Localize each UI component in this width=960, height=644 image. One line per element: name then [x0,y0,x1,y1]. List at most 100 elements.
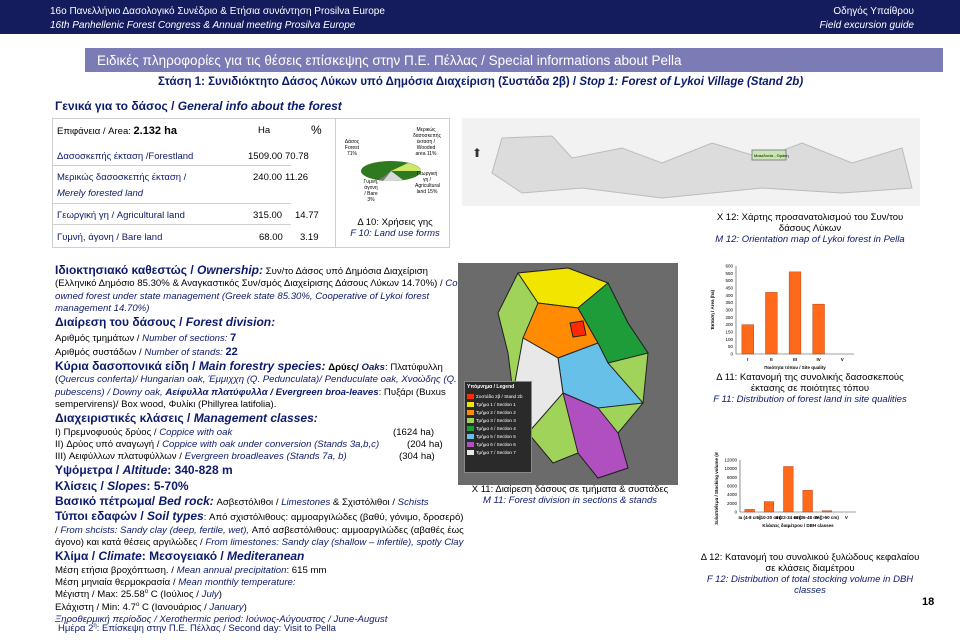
y-tick-label: 0 [730,352,733,357]
row-forestland-pct: 70.78 [285,151,309,162]
bar [765,292,778,355]
area-table: Επιφάνεια / Area: 2.132 ha Ha % Δασοσκεπ… [52,118,450,248]
land-use-caption: Δ 10: Χρήσεις γης F 10: Land use forms [350,217,440,239]
temp-min: Ελάχιστη / Min: 4.7o C (Ιανουάριος / Jan… [55,601,247,613]
y-tick-label: 4000 [727,492,738,497]
map-legend: Υπόμνημα / Legend Συστάδα 2β / Stand 2b … [464,381,532,473]
pie-label-agri: Γεωργική γη / Agricultural land 15% [415,171,441,195]
forest-division-caption: Χ 11: Διαίρεση δάσους σε τμήματα & συστά… [471,484,669,506]
row-agri-label: Γεωργική γη / Agricultural land [57,210,185,221]
y-tick-label: 400 [725,293,733,298]
y-tick-label: 500 [725,278,733,283]
row-forestland-label: Δασοσκεπής έκταση /Forestland [57,151,194,162]
area-label: Επιφάνεια / Area: 2.132 ha [57,125,177,137]
row-bare-pct: 3.19 [300,232,319,243]
row-merely-label-en: Merely forested land [57,188,144,199]
pie-label-bare: Γυμνή, άγονη / Bare 3% [363,179,379,203]
y-tick-label: 100 [725,337,733,342]
place-label: Μακεδονία - Θράκη [754,153,789,158]
row-merely-label: Μερικώς δασοσκεπής έκταση / [57,172,187,183]
legend-item: Τμήμα 2 / Section 2 [465,408,531,416]
bedrock: Βασικό πέτρωμα/ Bed rock: Ασβεστόλιθοι /… [55,494,429,509]
stands-count: Αριθμός συστάδων / Number of stands: 22 [55,345,238,358]
row-agri-ha: 315.00 [253,210,283,221]
header-guide-english: Field excursion guide [819,20,915,31]
precipitation: Μέση ετήσια βροχόπτωση. / Mean annual pr… [55,564,327,576]
x-tick-label: II [770,357,773,362]
site-quality-chart: 050100150200250300350400450500550600I II I… [710,264,854,370]
sections-count: Αριθμός τμημάτων / Number of sections: 7 [55,331,237,344]
bar [802,490,813,513]
pie-label-forest: Δάσος Forest 71% [344,139,360,157]
row-agri-pct: 14.77 [295,210,319,221]
legend-item: Τμήμα 7 / Section 7 [465,448,531,456]
bar [821,510,833,513]
legend-item: Συστάδα 2β / Stand 2b [465,392,531,400]
mgmt-class-2: II) Δρύος υπό αναγωγή / Coppice with oak… [55,438,443,450]
chart12-caption: Δ 12: Κατανομή του συνολικού ξυλώδους κε… [700,552,920,596]
stop-title: Στάση 1: Συνιδιόκτητο Δάσος Λύκων υπό Δη… [158,76,803,88]
stocking-volume-chart: 020004000600080001000012000Ia (4-8 cm)I … [714,452,856,529]
orientation-map: Μακεδονία - Θράκη ⬆ [462,118,920,206]
general-info-heading: Γενικά για το δάσος / General info about… [55,99,342,113]
slopes: Κλίσεις / Slopes: 5-70% [55,478,189,493]
temp-max: Μέγιστη / Max: 25.58o C (Ιούλιος / July) [55,589,222,601]
x-axis-label: Κλάσεις διαμέτρου / DBH classes [762,523,834,529]
y-tick-label: 300 [725,308,733,313]
legend-item: Τμήμα 5 / Section 5 [465,432,531,440]
y-axis-label: Ξυλαπόθεμα / Stocking volume (m3) [714,452,719,525]
north-arrow-icon: ⬆ [472,146,483,160]
legend-item: Τμήμα 6 / Section 6 [465,440,531,448]
general-greek: Γενικά για το δάσος / [55,99,178,113]
bar [744,509,755,513]
y-tick-label: 10000 [724,466,737,471]
bar [741,324,754,355]
y-tick-label: 0 [734,510,737,515]
y-tick-label: 12000 [724,458,737,463]
species-block: Κύρια δασοπονικά είδη / Main forestry sp… [55,359,457,410]
mgmt-class-1: I) Πρεμνοφυούς δρύος / Coppice with oak(… [55,426,435,438]
row-forestland-ha: 1509.00 [248,151,283,162]
bar [783,466,794,513]
section-banner: Ειδικές πληροφορίες για τις θέσεις επίσκ… [85,48,943,72]
col-ha: Ha [258,125,271,136]
division-heading: Διαίρεση του δάσους / Forest division: [55,315,276,330]
stop-title-english: Stop 1: Forest of Lykoi Village (Stand 2… [579,76,804,88]
y-tick-label: 250 [725,315,733,320]
footer: Ημέρα 2η: Επίσκεψη στην Π.Ε. Πέλλας / Se… [58,623,336,635]
header-line-greek: 16ο Πανελλήνιο Δασολογικό Συνέδριο & Ετή… [50,6,385,17]
col-pct: % [311,123,322,137]
forest-division-map: Υπόμνημα / Legend Συστάδα 2β / Stand 2b … [458,263,678,485]
x-tick-label: V [841,357,844,362]
soil-types: Τύποι εδαφών / Soil types: Από σχιστόλιθ… [55,509,464,549]
climate: Κλίμα / Climate: Μεσογειακό / Mediterane… [55,549,305,564]
stop-title-greek: Στάση 1: Συνιδιόκτητο Δάσος Λύκων υπό Δη… [158,76,580,88]
forest-description: Ιδιοκτησιακό καθεστώς / Ownership: Συν/τ… [55,263,465,626]
y-tick-label: 6000 [727,484,738,489]
general-english: General info about the forest [177,99,342,113]
orientation-map-image [491,135,913,199]
x-axis-label: Ποιότητα τόπου / Site quality [764,365,826,370]
row-bare-label: Γυμνή, άγονη / Bare land [57,232,163,243]
temperature: Μέση μηνιαία θερμοκρασία / Mean monthly … [55,576,296,588]
legend-item: Τμήμα 1 / Section 1 [465,400,531,408]
top-header: 16ο Πανελλήνιο Δασολογικό Συνέδριο & Ετή… [0,0,960,34]
y-tick-label: 350 [725,300,733,305]
row-merely-ha: 240.00 [253,172,283,183]
y-tick-label: 150 [725,330,733,335]
ownership-block: Ιδιοκτησιακό καθεστώς / Ownership: Συν/τ… [55,263,461,314]
y-tick-label: 8000 [727,475,738,480]
legend-title: Υπόμνημα / Legend [467,384,515,390]
bar [763,501,775,513]
row-bare-ha: 68.00 [259,232,283,243]
x-tick-label: IV [816,357,820,362]
mgmt-class-3: III) Αειφύλλων πλατυφύλλων / Evergreen b… [55,451,435,463]
legend-item: Τμήμα 4 / Section 4 [465,424,531,432]
legend-item: Τμήμα 3 / Section 3 [465,416,531,424]
x-tick-label: V [845,515,848,520]
y-axis-label: Έκταση / Area (ha) [710,289,715,330]
y-tick-label: 600 [725,264,733,269]
y-tick-label: 450 [725,286,733,291]
x-tick-label: III [793,357,797,362]
y-tick-label: 2000 [727,501,738,506]
